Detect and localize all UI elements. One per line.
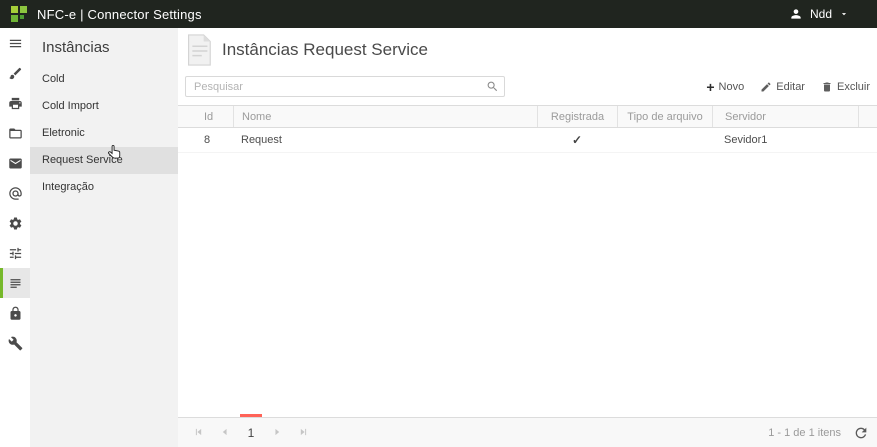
edit-icon [760, 81, 772, 93]
rail-item-sliders[interactable] [0, 238, 30, 268]
main-header: Instâncias Request Service [178, 28, 877, 72]
folder-icon [8, 126, 23, 141]
page-title: Instâncias Request Service [222, 40, 428, 60]
rail-item-tools[interactable] [0, 328, 30, 358]
user-menu[interactable]: Ndd [789, 7, 849, 21]
sidebar-item-request-service[interactable]: Request Service [30, 147, 178, 174]
toolbar-actions: + Novo Editar Excluir [706, 81, 870, 93]
instances-panel: Instâncias Cold Cold Import Eletronic Re… [30, 28, 178, 447]
rail-item-instances[interactable] [0, 268, 30, 298]
rail-item-settings[interactable] [0, 208, 30, 238]
user-name: Ndd [810, 7, 832, 21]
pager-prev-icon [220, 425, 230, 440]
new-button-label: Novo [719, 81, 745, 93]
column-header-registrada[interactable]: Registrada [537, 106, 617, 127]
column-header-tipo-de-arquivo[interactable]: Tipo de arquivo [617, 106, 712, 127]
column-header-filler [858, 106, 877, 127]
rail-item-folder[interactable] [0, 118, 30, 148]
cell-tipo-de-arquivo [617, 128, 712, 152]
sidebar-item-cold[interactable]: Cold [30, 66, 178, 93]
app-logo-icon [10, 5, 28, 23]
rail-item-security[interactable] [0, 298, 30, 328]
app-window: NFC-e | Connector Settings Ndd [0, 0, 877, 447]
main-content: Instâncias Request Service + Novo [178, 28, 877, 447]
delete-button-label: Excluir [837, 81, 870, 93]
printer-icon [8, 96, 23, 111]
edit-button[interactable]: Editar [760, 81, 805, 93]
grid-toolbar: + Novo Editar Excluir [178, 72, 877, 105]
chevron-down-icon [839, 9, 849, 19]
sliders-icon [8, 246, 23, 261]
column-header-id[interactable]: Id [178, 106, 233, 127]
sidebar-item-cold-import[interactable]: Cold Import [30, 93, 178, 120]
pager-first-button[interactable] [186, 418, 212, 447]
table-header: Id Nome Registrada Tipo de arquivo Servi… [178, 105, 877, 128]
mail-icon [8, 156, 23, 171]
table-body: 8 Request ✓ Sevidor1 [178, 128, 877, 417]
pager: 1 1 - 1 de 1 itens [178, 417, 877, 447]
panel-title: Instâncias [30, 28, 178, 66]
gear-icon [8, 216, 23, 231]
refresh-button[interactable] [853, 425, 869, 441]
app-title: NFC-e | Connector Settings [37, 7, 202, 22]
search-box [185, 76, 505, 97]
column-header-servidor[interactable]: Servidor [712, 106, 858, 127]
plus-icon: + [706, 81, 714, 93]
refresh-icon [853, 425, 869, 441]
sidebar-item-eletronic[interactable]: Eletronic [30, 120, 178, 147]
rail-item-mail[interactable] [0, 148, 30, 178]
pager-first-icon [194, 425, 204, 440]
cell-id: 8 [178, 128, 233, 152]
search-input[interactable] [185, 76, 505, 97]
pager-next-button[interactable] [264, 418, 290, 447]
pager-last-icon [298, 425, 308, 440]
wrench-icon [8, 336, 23, 351]
lock-icon [8, 306, 23, 321]
delete-button[interactable]: Excluir [821, 81, 870, 93]
new-button[interactable]: + Novo [706, 81, 744, 93]
list-icon [8, 276, 23, 291]
registered-check-icon: ✓ [537, 128, 617, 152]
pager-prev-button[interactable] [212, 418, 238, 447]
pager-right: 1 - 1 de 1 itens [768, 425, 869, 441]
rail-item-menu[interactable] [0, 28, 30, 58]
trash-icon [821, 81, 833, 93]
at-icon [8, 186, 23, 201]
menu-icon [8, 36, 23, 51]
cell-servidor: Sevidor1 [712, 128, 858, 152]
sidebar-item-integracao[interactable]: Integração [30, 174, 178, 201]
column-header-nome[interactable]: Nome [233, 106, 537, 127]
rail-item-printer[interactable] [0, 88, 30, 118]
pager-next-icon [272, 425, 282, 440]
search-icon[interactable] [486, 80, 499, 93]
pager-last-button[interactable] [290, 418, 316, 447]
edit-button-label: Editar [776, 81, 805, 93]
user-icon [789, 7, 803, 21]
topbar: NFC-e | Connector Settings Ndd [0, 0, 877, 28]
pager-info: 1 - 1 de 1 itens [768, 427, 841, 439]
table-row[interactable]: 8 Request ✓ Sevidor1 [178, 128, 877, 153]
pager-page-1[interactable]: 1 [238, 418, 264, 447]
rail-item-brush[interactable] [0, 58, 30, 88]
brush-icon [8, 66, 23, 81]
rail-item-at[interactable] [0, 178, 30, 208]
cell-nome: Request [233, 128, 537, 152]
icon-sidebar [0, 28, 30, 447]
document-icon [182, 33, 214, 67]
